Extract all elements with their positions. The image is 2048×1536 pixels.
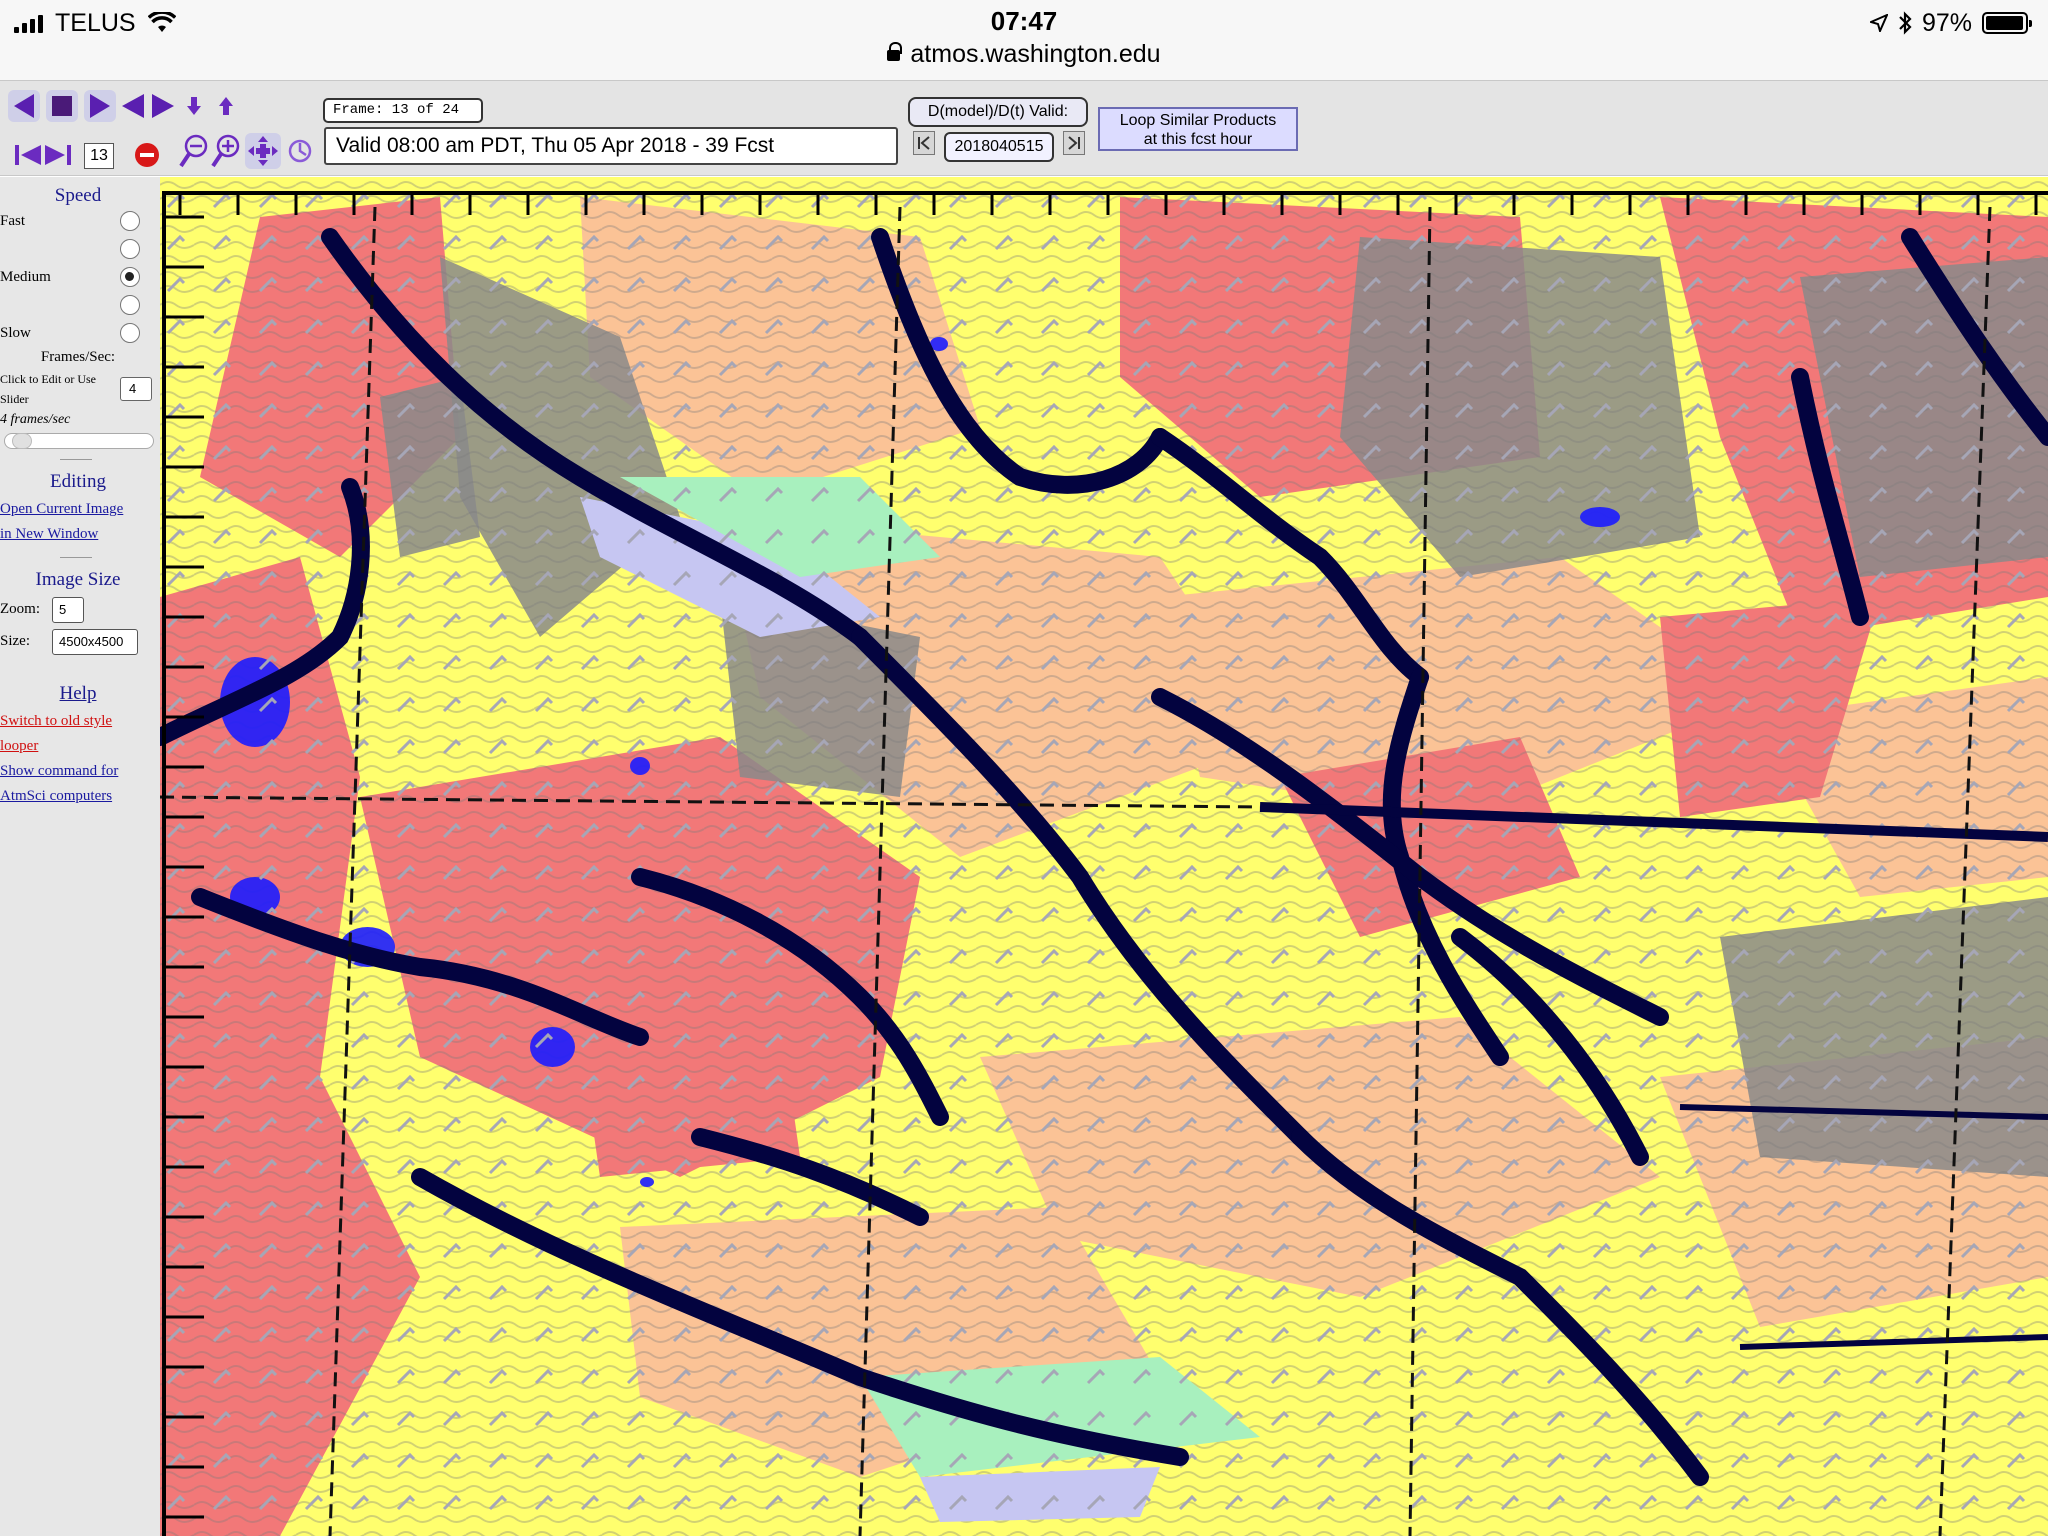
play-forward-icon [84, 90, 116, 122]
last-frame-icon [45, 145, 71, 165]
speed-radio-4[interactable] [120, 295, 140, 315]
lock-icon [887, 42, 903, 61]
frame-counter: Frame: 13 of 24 [323, 98, 483, 123]
next-date-button[interactable] [1063, 131, 1085, 155]
divider [60, 557, 92, 558]
click-edit-line2: Slider [0, 392, 29, 406]
bluetooth-icon [1899, 11, 1912, 35]
size-input[interactable]: 4500x4500 [52, 629, 138, 655]
show-command-link-line1[interactable]: Show command for [0, 759, 118, 784]
reset-button[interactable] [286, 133, 314, 169]
status-bar: TELUS 07:47 atmos.washington.edu 97% [0, 0, 2048, 80]
date-field[interactable]: 2018040515 [944, 132, 1054, 162]
frames-sec-label: Frames/Sec: [40, 349, 116, 365]
valid-time-field: Valid 08:00 am PDT, Thu 05 Apr 2018 - 39… [324, 127, 898, 165]
loop-button-line2: at this fcst hour [1143, 131, 1253, 148]
zoom-in-button[interactable] [210, 131, 242, 171]
location-icon [1869, 14, 1888, 32]
speed-slider[interactable] [4, 433, 154, 449]
zoom-input[interactable]: 5 [52, 597, 84, 623]
loop-similar-button[interactable]: Loop Similar Products at this fcst hour [1098, 107, 1298, 151]
next-date-icon [1068, 136, 1080, 150]
rock-icon [122, 94, 174, 118]
step-down-icon [187, 97, 201, 115]
speed-title: Speed [54, 185, 102, 206]
size-label: Size: [0, 633, 30, 649]
stop-icon [46, 90, 78, 122]
status-right: 97% [1869, 6, 2032, 40]
forecast-map-image [160, 177, 2048, 1536]
editing-title: Editing [50, 471, 106, 492]
prev-date-icon [918, 136, 930, 150]
forecast-map[interactable] [160, 177, 2048, 1536]
play-reverse-button[interactable] [6, 87, 42, 125]
stop-button[interactable] [44, 87, 80, 125]
zoom-out-button[interactable] [178, 131, 210, 171]
zoom-label: Zoom: [0, 601, 40, 617]
battery-icon [1982, 12, 2032, 34]
battery-percent: 97% [1921, 8, 1972, 37]
reset-icon [288, 139, 312, 163]
address-bar[interactable]: atmos.washington.edu [0, 40, 2048, 69]
step-up-button[interactable] [216, 93, 236, 119]
prev-date-button[interactable] [913, 131, 935, 155]
looper-toolbar: 13 Frame: 13 of 24 Valid 08:00 am PDT, T… [0, 80, 2048, 176]
old-style-link-line1[interactable]: Switch to old style [0, 709, 112, 734]
help-link[interactable]: Help [0, 683, 156, 705]
slow-label: Slow [0, 325, 31, 341]
frame-number-field[interactable]: 13 [84, 143, 114, 169]
speed-radio-2[interactable] [120, 239, 140, 259]
speed-slider-thumb[interactable] [11, 433, 32, 449]
speed-radio-3[interactable] [120, 267, 140, 287]
clock: 07:47 [990, 6, 1058, 36]
fps-input[interactable]: 4 [120, 377, 152, 401]
old-style-link-line2[interactable]: looper [0, 734, 38, 759]
url-text: atmos.washington.edu [910, 40, 1161, 68]
image-size-title: Image Size [35, 569, 121, 590]
play-forward-button[interactable] [82, 87, 118, 125]
pan-icon [245, 133, 281, 169]
medium-label: Medium [0, 269, 51, 285]
divider [60, 459, 92, 460]
first-last-frame-buttons[interactable] [12, 139, 74, 171]
rock-button[interactable] [120, 87, 176, 125]
show-command-link-line2[interactable]: AtmSci computers [0, 784, 112, 809]
zoom-in-icon [211, 134, 240, 168]
fps-readout: 4 frames/sec [0, 412, 71, 427]
zoom-out-icon [179, 134, 208, 168]
looper-sidebar: Speed Fast Medium Slow Frames/Sec: Click… [0, 177, 160, 1536]
fast-label: Fast [0, 213, 26, 229]
first-frame-icon [15, 145, 41, 165]
step-down-button[interactable] [184, 93, 204, 119]
loop-button-line1: Loop Similar Products [1119, 112, 1277, 129]
no-entry-icon [135, 143, 159, 167]
open-image-link-line2[interactable]: in New Window [0, 522, 98, 547]
speed-radio-1[interactable] [120, 211, 140, 231]
speed-radio-5[interactable] [120, 323, 140, 343]
delete-frame-button[interactable] [132, 139, 162, 171]
play-reverse-icon [8, 90, 40, 122]
dmodel-dt-button[interactable]: D(model)/D(t) Valid: [908, 97, 1088, 127]
step-up-icon [219, 97, 233, 115]
pan-button[interactable] [244, 131, 282, 171]
open-image-link-line1[interactable]: Open Current Image [0, 497, 123, 522]
click-edit-line1: Click to Edit or Use [0, 372, 96, 386]
